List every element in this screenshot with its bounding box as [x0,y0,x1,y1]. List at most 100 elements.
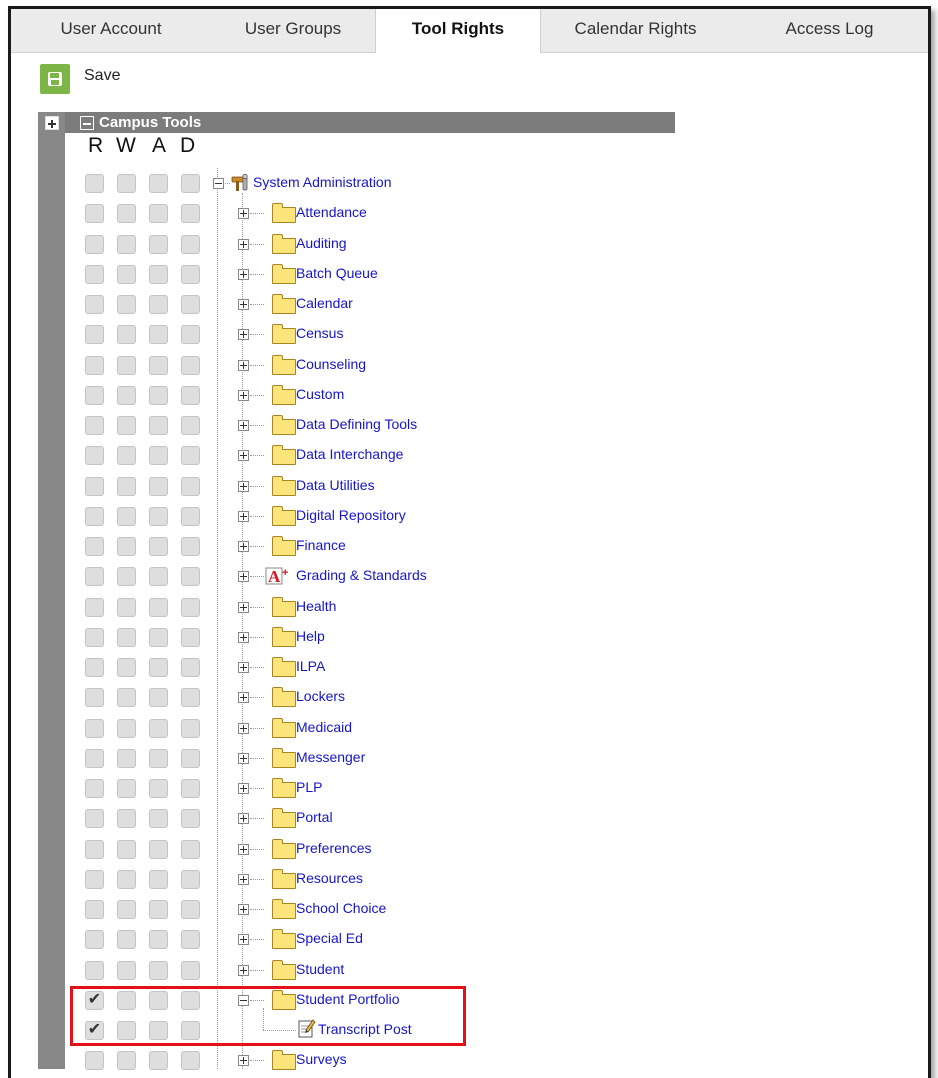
expand-surveys-icon[interactable] [238,1055,249,1067]
data-interchange-add-checkbox[interactable] [149,446,168,466]
digital-repository-write-checkbox[interactable] [117,506,136,526]
expand-custom-icon[interactable] [238,389,249,401]
preferences-add-checkbox[interactable] [149,839,168,859]
batch-queue-write-checkbox[interactable] [117,264,136,284]
data-interchange-delete-checkbox[interactable] [181,446,200,466]
medicaid-write-checkbox[interactable] [117,718,136,738]
finance-write-checkbox[interactable] [117,537,136,556]
expand-data-interchange-icon[interactable] [238,450,249,462]
surveys-write-checkbox[interactable] [117,1051,136,1071]
data-utilities-add-checkbox[interactable] [149,476,168,496]
special-ed-read-checkbox[interactable] [85,930,104,950]
tab-calendar-rights[interactable]: Calendar Rights [540,9,731,52]
medicaid-delete-checkbox[interactable] [181,718,200,738]
digital-repository-read-checkbox[interactable] [85,506,104,526]
census-add-checkbox[interactable] [149,325,168,345]
plp-delete-checkbox[interactable] [181,779,200,798]
data-interchange-read-checkbox[interactable] [85,446,104,466]
counseling-add-checkbox[interactable] [149,355,168,375]
tab-user-groups[interactable]: User Groups [211,9,375,52]
resources-add-checkbox[interactable] [149,869,168,889]
school-choice-add-checkbox[interactable] [149,900,168,919]
tree-item-transcript-post[interactable]: Transcript Post [318,1021,412,1037]
student-portfolio-delete-checkbox[interactable] [181,990,200,1010]
data-defining-tools-delete-checkbox[interactable] [181,416,200,435]
student-write-checkbox[interactable] [117,960,136,980]
tab-tool-rights[interactable]: Tool Rights [375,9,541,53]
data-interchange-write-checkbox[interactable] [117,446,136,466]
custom-delete-checkbox[interactable] [181,385,200,405]
system-administration-read-checkbox[interactable] [85,174,104,193]
custom-read-checkbox[interactable] [85,385,104,405]
student-portfolio-add-checkbox[interactable] [149,990,168,1010]
lockers-write-checkbox[interactable] [117,688,136,708]
expand-health-icon[interactable] [238,601,249,613]
auditing-add-checkbox[interactable] [149,234,168,254]
tree-item-digital-repository[interactable]: Digital Repository [296,507,406,523]
expand-preferences-icon[interactable] [238,843,249,855]
surveys-delete-checkbox[interactable] [181,1051,200,1071]
custom-add-checkbox[interactable] [149,385,168,405]
data-defining-tools-read-checkbox[interactable] [85,416,104,435]
school-choice-delete-checkbox[interactable] [181,900,200,919]
lockers-read-checkbox[interactable] [85,688,104,708]
tree-item-system-administration[interactable]: System Administration [253,174,392,190]
tree-item-batch-queue[interactable]: Batch Queue [296,265,378,281]
expand-resources-icon[interactable] [238,873,249,885]
health-read-checkbox[interactable] [85,597,104,617]
transcript-post-add-checkbox[interactable] [149,1021,168,1040]
lockers-delete-checkbox[interactable] [181,688,200,708]
medicaid-add-checkbox[interactable] [149,718,168,738]
census-write-checkbox[interactable] [117,325,136,345]
expand-help-icon[interactable] [238,631,249,643]
tree-item-finance[interactable]: Finance [296,537,346,553]
batch-queue-read-checkbox[interactable] [85,264,104,284]
tab-user-account[interactable]: User Account [11,9,211,52]
auditing-write-checkbox[interactable] [117,234,136,254]
expand-medicaid-icon[interactable] [238,722,249,734]
help-read-checkbox[interactable] [85,627,104,647]
transcript-post-delete-checkbox[interactable] [181,1021,200,1040]
data-defining-tools-add-checkbox[interactable] [149,416,168,435]
calendar-read-checkbox[interactable] [85,295,104,314]
digital-repository-add-checkbox[interactable] [149,506,168,526]
student-add-checkbox[interactable] [149,960,168,980]
expand-data-defining-tools-icon[interactable] [238,420,249,431]
batch-queue-add-checkbox[interactable] [149,264,168,284]
student-portfolio-write-checkbox[interactable] [117,990,136,1010]
messenger-write-checkbox[interactable] [117,748,136,768]
grading-standards-delete-checkbox[interactable] [181,567,200,587]
school-choice-write-checkbox[interactable] [117,900,136,919]
expand-ilpa-icon[interactable] [238,662,249,673]
tree-item-grading-standards[interactable]: Grading & Standards [296,567,427,583]
tree-item-student[interactable]: Student [296,961,344,977]
special-ed-delete-checkbox[interactable] [181,930,200,950]
medicaid-read-checkbox[interactable] [85,718,104,738]
preferences-write-checkbox[interactable] [117,839,136,859]
data-utilities-read-checkbox[interactable] [85,476,104,496]
portal-add-checkbox[interactable] [149,809,168,829]
school-choice-read-checkbox[interactable] [85,900,104,919]
collapse-system-administration-icon[interactable] [213,178,224,189]
health-delete-checkbox[interactable] [181,597,200,617]
special-ed-add-checkbox[interactable] [149,930,168,950]
tree-item-portal[interactable]: Portal [296,809,333,825]
expand-calendar-icon[interactable] [238,299,249,310]
student-read-checkbox[interactable] [85,960,104,980]
resources-delete-checkbox[interactable] [181,869,200,889]
tree-item-calendar[interactable]: Calendar [296,295,353,311]
student-portfolio-read-checkbox[interactable]: ✔ [85,990,104,1010]
calendar-write-checkbox[interactable] [117,295,136,314]
expand-messenger-icon[interactable] [238,752,249,764]
tree-item-lockers[interactable]: Lockers [296,688,345,704]
tree-item-health[interactable]: Health [296,598,336,614]
expand-grading-standards-icon[interactable] [238,571,249,583]
expand-finance-icon[interactable] [238,541,249,552]
tree-item-preferences[interactable]: Preferences [296,840,371,856]
collapse-icon[interactable] [80,116,94,130]
help-write-checkbox[interactable] [117,627,136,647]
grading-standards-add-checkbox[interactable] [149,567,168,587]
portal-read-checkbox[interactable] [85,809,104,829]
messenger-delete-checkbox[interactable] [181,748,200,768]
calendar-delete-checkbox[interactable] [181,295,200,314]
